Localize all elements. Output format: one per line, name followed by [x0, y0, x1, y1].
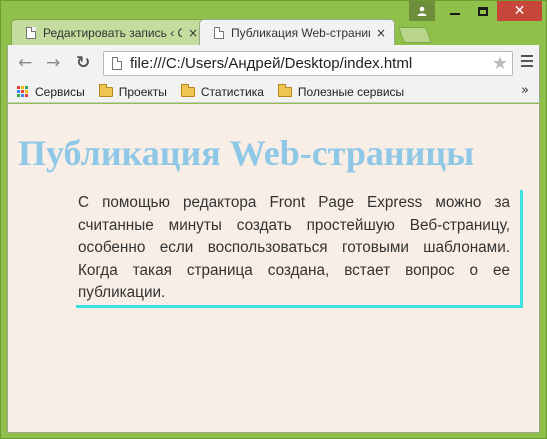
folder-icon [277, 83, 292, 97]
minimize-button[interactable] [441, 1, 469, 21]
bookmark-projects[interactable]: Проекты [98, 83, 167, 99]
tab-title: Редактировать запись ‹ С [43, 25, 182, 40]
page-title: Публикация Web-страницы [18, 133, 475, 173]
minimize-icon [450, 13, 460, 15]
tab-title: Публикация Web-страниц [231, 25, 370, 40]
bookmark-statistics[interactable]: Статистика [180, 83, 264, 99]
bookmark-label: Сервисы [35, 84, 85, 99]
document-icon [26, 26, 36, 39]
more-bookmarks-icon[interactable]: » [521, 83, 529, 98]
tab-close-icon[interactable]: × [376, 26, 386, 40]
reload-icon[interactable]: ↻ [76, 53, 90, 73]
bookmark-useful-services[interactable]: Полезные сервисы [277, 83, 405, 99]
bookmark-label: Проекты [118, 84, 167, 99]
forward-icon[interactable]: → [46, 53, 60, 73]
address-bar[interactable]: file:///C:/Users/Андрей/Desktop/index.ht… [103, 51, 513, 76]
bookmark-label: Полезные сервисы [297, 84, 405, 99]
close-window-button[interactable]: ✕ [497, 1, 542, 21]
tab-strip: Редактировать запись ‹ С × Публикация We… [11, 19, 432, 45]
apps-grid-icon [17, 86, 28, 97]
url-text[interactable]: file:///C:/Users/Андрей/Desktop/index.ht… [130, 55, 412, 72]
bookmarks-bar: Сервисы Проекты Статистика Полезные серв… [7, 81, 540, 103]
new-tab-button[interactable] [398, 27, 432, 43]
back-icon[interactable]: ← [18, 53, 32, 73]
bookmark-services[interactable]: Сервисы [17, 85, 85, 99]
page-viewport: Публикация Web-страницы С помощью редакт… [7, 104, 540, 433]
toolbar: ← → ↻ file:///C:/Users/Андрей/Desktop/in… [7, 45, 540, 81]
window-controls: ✕ [409, 1, 542, 21]
bookmark-label: Статистика [200, 84, 264, 99]
bookmark-star-icon[interactable]: ★ [492, 53, 508, 74]
user-profile-button[interactable] [409, 1, 435, 21]
document-icon [214, 26, 224, 39]
tab-web-publication[interactable]: Публикация Web-страниц × [199, 19, 395, 45]
folder-icon [98, 83, 113, 97]
tab-edit-post[interactable]: Редактировать запись ‹ С × [11, 19, 207, 45]
maximize-button[interactable] [469, 1, 497, 21]
content-paragraph: С помощью редактора Front Page Express м… [76, 190, 523, 308]
browser-window: ✕ Редактировать запись ‹ С × Публикация … [0, 0, 547, 439]
page-icon [112, 57, 122, 70]
maximize-icon [478, 6, 488, 16]
tab-close-icon[interactable]: × [188, 26, 198, 40]
user-icon [417, 6, 427, 16]
menu-icon[interactable] [521, 55, 533, 70]
close-icon: ✕ [513, 3, 526, 19]
folder-icon [180, 83, 195, 97]
